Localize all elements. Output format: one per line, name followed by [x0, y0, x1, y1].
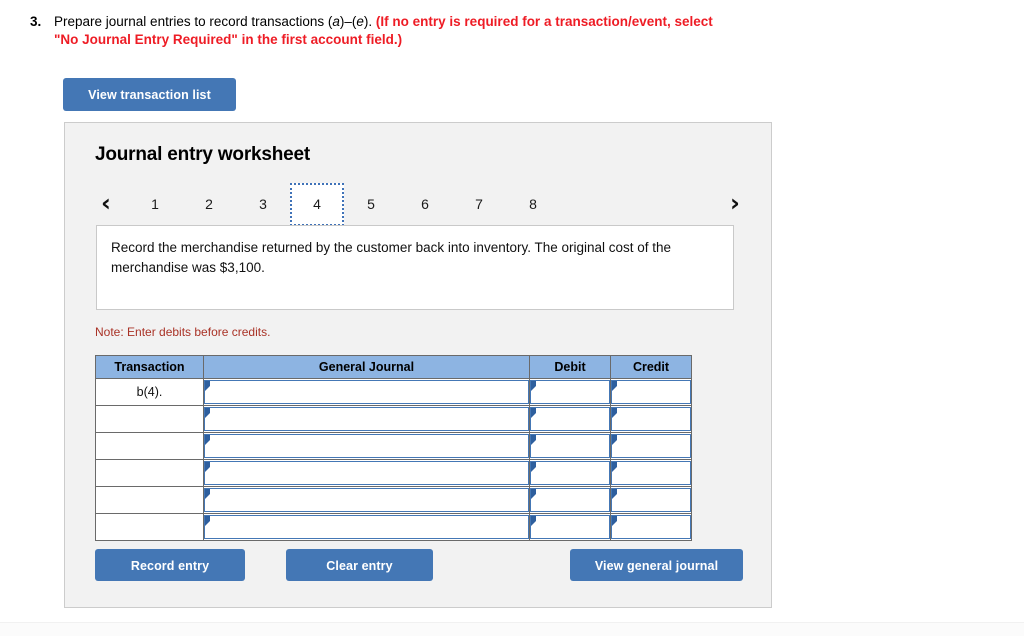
column-header-credit: Credit	[610, 355, 692, 379]
transaction-cell	[95, 486, 204, 514]
chevron-left-icon[interactable]: ‹	[101, 189, 111, 217]
debit-field[interactable]	[530, 461, 610, 485]
debit-field-cell	[529, 513, 611, 541]
transaction-description: Record the merchandise returned by the c…	[96, 225, 734, 310]
debit-field[interactable]	[530, 488, 610, 512]
general-journal-field[interactable]	[204, 380, 529, 404]
general-journal-field[interactable]	[204, 407, 529, 431]
column-header-debit: Debit	[529, 355, 611, 379]
debit-field-cell	[529, 405, 611, 433]
transaction-cell	[95, 513, 204, 541]
clear-entry-button[interactable]: Clear entry	[286, 549, 433, 581]
chevron-right-icon[interactable]: ›	[730, 189, 740, 217]
transaction-cell: b(4).	[95, 378, 204, 406]
credit-field-cell	[610, 405, 692, 433]
general-journal-field[interactable]	[204, 434, 529, 458]
table-header: Transaction General Journal Debit Credit	[95, 355, 692, 379]
credit-field[interactable]	[611, 515, 691, 539]
general-journal-field[interactable]	[204, 515, 529, 539]
general-journal-field-cell	[203, 432, 530, 460]
table-row: b(4).	[95, 378, 692, 406]
credit-field[interactable]	[611, 434, 691, 458]
tab-2[interactable]: 2	[182, 183, 236, 226]
debit-field[interactable]	[530, 380, 610, 404]
general-journal-field-cell	[203, 486, 530, 514]
general-journal-field-cell	[203, 459, 530, 487]
tab-3[interactable]: 3	[236, 183, 290, 226]
tab-4[interactable]: 4	[290, 183, 344, 226]
general-journal-field-cell	[203, 378, 530, 406]
debit-field-cell	[529, 459, 611, 487]
debit-field[interactable]	[530, 407, 610, 431]
tab-7[interactable]: 7	[452, 183, 506, 226]
table-row	[95, 486, 692, 514]
credit-field-cell	[610, 459, 692, 487]
view-general-journal-button[interactable]: View general journal	[570, 549, 743, 581]
table-row	[95, 513, 692, 541]
debit-field-cell	[529, 486, 611, 514]
journal-entry-worksheet-panel: Journal entry worksheet ‹ › 12345678 Rec…	[64, 122, 772, 608]
credit-field[interactable]	[611, 488, 691, 512]
table-row	[95, 459, 692, 487]
tab-1[interactable]: 1	[128, 183, 182, 226]
transaction-cell	[95, 432, 204, 460]
tab-5[interactable]: 5	[344, 183, 398, 226]
view-transaction-list-button[interactable]: View transaction list	[63, 78, 236, 111]
general-journal-field[interactable]	[204, 488, 529, 512]
worksheet-pager: ‹ › 12345678	[95, 183, 745, 227]
transaction-cell	[95, 405, 204, 433]
credit-field-cell	[610, 378, 692, 406]
column-header-general-journal: General Journal	[203, 355, 530, 379]
table-row	[95, 432, 692, 460]
question-text-italic-a: a	[332, 14, 340, 29]
debit-field-cell	[529, 432, 611, 460]
credit-field-cell	[610, 432, 692, 460]
tab-6[interactable]: 6	[398, 183, 452, 226]
table-row	[95, 405, 692, 433]
debits-before-credits-note: Note: Enter debits before credits.	[95, 325, 271, 339]
record-entry-button[interactable]: Record entry	[95, 549, 245, 581]
debit-field[interactable]	[530, 515, 610, 539]
question-text: Prepare journal entries to record transa…	[54, 13, 730, 49]
question-number: 3.	[30, 14, 42, 29]
general-journal-field-cell	[203, 513, 530, 541]
credit-field[interactable]	[611, 407, 691, 431]
question-prompt: 3. Prepare journal entries to record tra…	[30, 13, 730, 49]
credit-field[interactable]	[611, 380, 691, 404]
transaction-cell	[95, 459, 204, 487]
table-body: b(4).	[95, 378, 692, 541]
tab-8[interactable]: 8	[506, 183, 560, 226]
credit-field-cell	[610, 513, 692, 541]
question-text-part-2: ).	[363, 14, 376, 29]
journal-entry-table: Transaction General Journal Debit Credit…	[95, 355, 692, 541]
credit-field-cell	[610, 486, 692, 514]
general-journal-field[interactable]	[204, 461, 529, 485]
credit-field[interactable]	[611, 461, 691, 485]
debit-field-cell	[529, 378, 611, 406]
page-bottom-band	[0, 622, 1024, 636]
table-header-row: Transaction General Journal Debit Credit	[95, 355, 692, 379]
question-text-italic-e: e	[356, 14, 364, 29]
general-journal-field-cell	[203, 405, 530, 433]
column-header-transaction: Transaction	[95, 355, 204, 379]
page-title: Journal entry worksheet	[95, 144, 311, 165]
debit-field[interactable]	[530, 434, 610, 458]
question-text-dash: )–(	[339, 14, 357, 29]
question-text-part-1: Prepare journal entries to record transa…	[54, 14, 333, 29]
